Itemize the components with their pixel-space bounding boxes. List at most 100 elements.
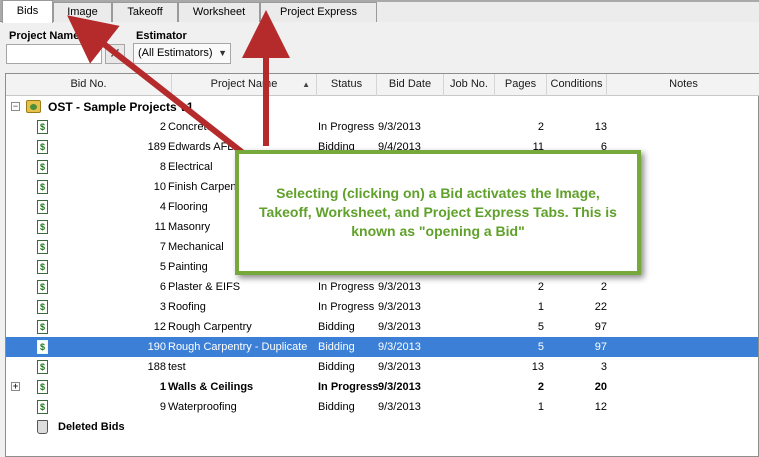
- filter-bar: Project Name Estimator ✕ (All Estimators…: [0, 23, 759, 70]
- cell-bid-no: 1: [159, 381, 166, 393]
- cell-project-name: Roofing: [168, 301, 206, 313]
- cell-conditions: 20: [594, 381, 607, 393]
- project-name-label: Project Name: [9, 30, 80, 42]
- cell-bid-date: 9/3/2013: [378, 381, 421, 393]
- cell-status: Bidding: [318, 361, 355, 373]
- cell-job-no: [446, 337, 494, 357]
- group-title: OST - Sample Projects v1: [48, 100, 194, 114]
- tab-worksheet[interactable]: Worksheet: [178, 2, 260, 22]
- cell-conditions: 22: [594, 301, 607, 313]
- bid-document-icon: $: [37, 340, 48, 354]
- table-row[interactable]: $9 Waterproofing Bidding 9/3/2013 1 12: [6, 397, 758, 417]
- callout-text: Selecting (clicking on) a Bid activates …: [259, 185, 617, 239]
- bid-document-icon: $: [37, 220, 48, 234]
- grid-header: Bid No. Project Name ▲ Status Bid Date J…: [6, 74, 759, 96]
- cell-job-no: [446, 397, 494, 417]
- bid-document-icon: $: [37, 300, 48, 314]
- cell-status: Bidding: [318, 401, 355, 413]
- table-row[interactable]: $190 Rough Carpentry - Duplicate Bidding 9/…: [6, 337, 758, 357]
- cell-bid-date: 9/3/2013: [378, 301, 421, 313]
- clear-filter-button[interactable]: ✕: [105, 44, 125, 64]
- cell-job-no: [446, 377, 494, 397]
- bid-document-icon: $: [37, 260, 48, 274]
- table-row[interactable]: $188 test Bidding 9/3/2013 13 3: [6, 357, 758, 377]
- tab-bids[interactable]: Bids: [2, 0, 53, 23]
- cell-bid-date: 9/3/2013: [378, 361, 421, 373]
- column-header-project-name-label: Project Name: [210, 78, 278, 90]
- column-header-bid-date[interactable]: Bid Date: [377, 74, 444, 96]
- cell-bid-no: 7: [159, 241, 166, 253]
- table-row[interactable]: + $1 Walls & Ceilings In Progress 9/3/2013 2 2…: [6, 377, 758, 397]
- cell-bid-no: 5: [159, 261, 166, 273]
- cell-conditions: 3: [600, 361, 607, 373]
- table-row[interactable]: $12 Rough Carpentry Bidding 9/3/2013 5 97: [6, 317, 758, 337]
- column-header-bid-no[interactable]: Bid No.: [6, 74, 172, 96]
- tab-image[interactable]: Image: [53, 2, 112, 22]
- column-header-job-no[interactable]: Job No.: [444, 74, 495, 96]
- estimator-select[interactable]: (All Estimators) ▼: [133, 43, 231, 64]
- cell-status: Bidding: [318, 321, 355, 333]
- deleted-bids-row[interactable]: Deleted Bids: [6, 417, 758, 437]
- cell-job-no: [446, 117, 494, 137]
- cell-status: In Progress: [318, 281, 375, 293]
- bid-document-icon: $: [37, 380, 48, 394]
- chevron-down-icon: ▼: [218, 48, 227, 58]
- cell-project-name: test: [168, 361, 186, 373]
- deleted-bids-label: Deleted Bids: [58, 421, 125, 433]
- project-name-input[interactable]: [6, 44, 102, 64]
- cell-project-name: Concrete: [168, 121, 213, 133]
- cell-bid-no: 4: [159, 201, 166, 213]
- bid-document-icon: $: [37, 160, 48, 174]
- cell-conditions: 12: [594, 401, 607, 413]
- cell-bid-date: 9/3/2013: [378, 321, 421, 333]
- cell-bid-no: 2: [159, 121, 166, 133]
- bid-document-icon: $: [37, 140, 48, 154]
- cell-pages: 1: [537, 401, 544, 413]
- cell-conditions: 13: [594, 121, 607, 133]
- bid-document-icon: $: [37, 360, 48, 374]
- bid-document-icon: $: [37, 240, 48, 254]
- column-header-conditions[interactable]: Conditions: [547, 74, 607, 96]
- cell-bid-no: 9: [159, 401, 166, 413]
- column-header-project-name[interactable]: Project Name ▲: [172, 74, 317, 96]
- project-folder-icon: [26, 100, 41, 113]
- collapse-icon[interactable]: −: [11, 102, 20, 111]
- table-row[interactable]: $2 Concrete In Progress 9/3/2013 2 13: [6, 117, 758, 137]
- cell-bid-no: 190: [147, 341, 166, 353]
- cell-project-name: Rough Carpentry - Duplicate: [168, 341, 308, 353]
- cell-bid-no: 3: [159, 301, 166, 313]
- cell-pages: 1: [537, 301, 544, 313]
- table-row[interactable]: $6 Plaster & EIFS In Progress 9/3/2013 2 2: [6, 277, 758, 297]
- table-row[interactable]: $3 Roofing In Progress 9/3/2013 1 22: [6, 297, 758, 317]
- cell-pages: 13: [531, 361, 544, 373]
- callout-box: Selecting (clicking on) a Bid activates …: [235, 150, 641, 275]
- bid-document-icon: $: [37, 180, 48, 194]
- cell-bid-no: 6: [159, 281, 166, 293]
- cell-conditions: 97: [594, 321, 607, 333]
- cell-job-no: [446, 317, 494, 337]
- cell-job-no: [446, 357, 494, 377]
- bid-document-icon: $: [37, 120, 48, 134]
- group-row[interactable]: − OST - Sample Projects v1: [6, 97, 758, 117]
- cell-conditions: 97: [594, 341, 607, 353]
- bid-document-icon: $: [37, 400, 48, 414]
- estimator-select-value: (All Estimators): [138, 47, 213, 59]
- column-header-status[interactable]: Status: [317, 74, 377, 96]
- expand-icon[interactable]: +: [11, 382, 20, 391]
- cell-project-name: Rough Carpentry: [168, 321, 252, 333]
- cell-bid-no: 12: [153, 321, 166, 333]
- tab-takeoff[interactable]: Takeoff: [112, 2, 178, 22]
- column-header-notes[interactable]: Notes: [607, 74, 759, 96]
- cell-bid-date: 9/3/2013: [378, 121, 421, 133]
- column-header-pages[interactable]: Pages: [495, 74, 547, 96]
- cell-bid-date: 9/3/2013: [378, 281, 421, 293]
- cell-bid-no: 189: [147, 141, 166, 153]
- tab-project-express[interactable]: Project Express: [260, 2, 377, 22]
- cell-pages: 2: [537, 381, 544, 393]
- cell-pages: 2: [537, 281, 544, 293]
- cell-bid-no: 11: [154, 221, 166, 233]
- bid-document-icon: $: [37, 320, 48, 334]
- sort-ascending-icon: ▲: [302, 80, 310, 89]
- tab-strip-fill: [377, 2, 759, 22]
- cell-status: Bidding: [318, 341, 355, 353]
